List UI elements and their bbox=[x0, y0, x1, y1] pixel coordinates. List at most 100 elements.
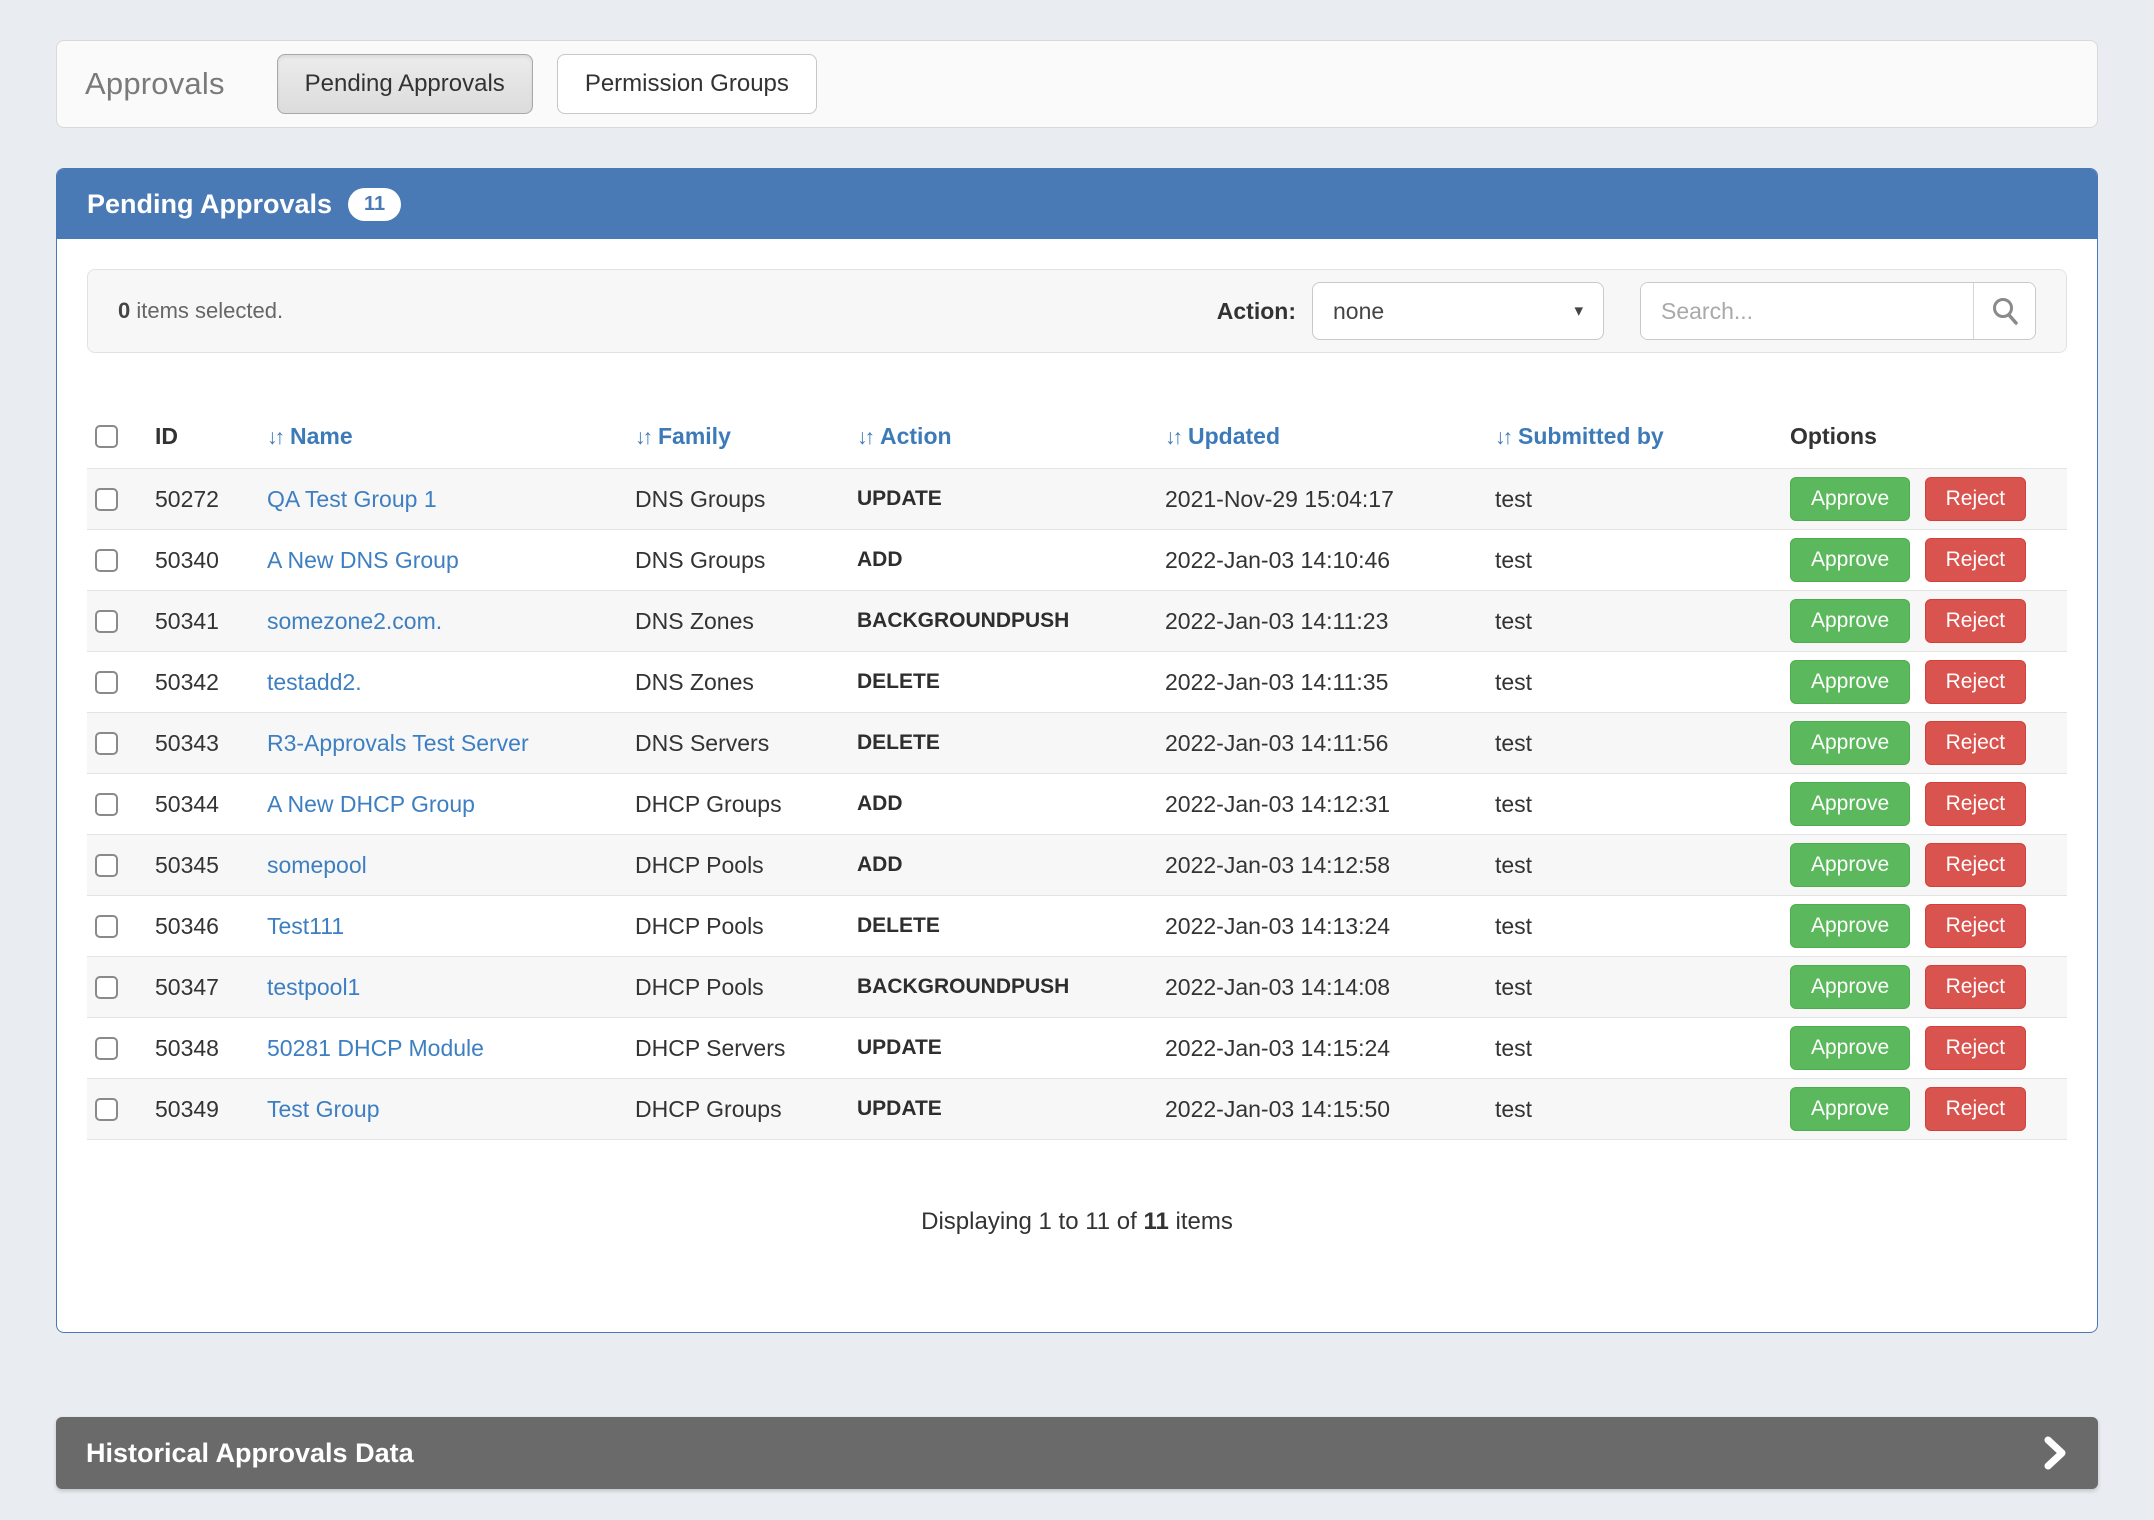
table-row: 50349 Test Group DHCP Groups UPDATE 2022… bbox=[87, 1079, 2067, 1140]
approve-button[interactable]: Approve bbox=[1790, 477, 1910, 521]
reject-button[interactable]: Reject bbox=[1925, 1087, 2027, 1131]
table-row: 50348 50281 DHCP Module DHCP Servers UPD… bbox=[87, 1018, 2067, 1079]
row-checkbox[interactable] bbox=[95, 488, 118, 511]
column-header-id: ID bbox=[147, 409, 259, 469]
row-id: 50340 bbox=[147, 530, 259, 591]
approve-button[interactable]: Approve bbox=[1790, 965, 1910, 1009]
sort-icon: ↓↑ bbox=[1165, 426, 1180, 449]
approve-button[interactable]: Approve bbox=[1790, 721, 1910, 765]
action-select[interactable]: none ▾ bbox=[1312, 282, 1604, 340]
row-name-link[interactable]: Test Group bbox=[267, 1096, 380, 1122]
approve-button[interactable]: Approve bbox=[1790, 782, 1910, 826]
column-header-action[interactable]: ↓↑Action bbox=[849, 409, 1157, 469]
row-id: 50348 bbox=[147, 1018, 259, 1079]
row-checkbox[interactable] bbox=[95, 549, 118, 572]
row-action: ADD bbox=[849, 774, 1157, 835]
row-name-link[interactable]: 50281 DHCP Module bbox=[267, 1035, 484, 1061]
reject-button[interactable]: Reject bbox=[1925, 599, 2027, 643]
row-name-link[interactable]: A New DNS Group bbox=[267, 547, 459, 573]
pending-approvals-panel: Pending Approvals 11 0 items selected. A… bbox=[56, 168, 2098, 1333]
historical-approvals-title: Historical Approvals Data bbox=[86, 1438, 414, 1469]
row-submitted-by: test bbox=[1487, 957, 1782, 1018]
reject-button[interactable]: Reject bbox=[1925, 843, 2027, 887]
row-submitted-by: test bbox=[1487, 530, 1782, 591]
action-label: Action: bbox=[1217, 298, 1296, 325]
row-checkbox[interactable] bbox=[95, 1098, 118, 1121]
row-name-link[interactable]: somezone2.com. bbox=[267, 608, 442, 634]
selected-items-status: 0 items selected. bbox=[118, 298, 283, 324]
row-updated: 2022-Jan-03 14:11:35 bbox=[1157, 652, 1487, 713]
row-name-link[interactable]: R3-Approvals Test Server bbox=[267, 730, 529, 756]
approve-button[interactable]: Approve bbox=[1790, 1087, 1910, 1131]
approve-button[interactable]: Approve bbox=[1790, 660, 1910, 704]
row-family: DHCP Groups bbox=[627, 1079, 849, 1140]
table-row: 50341 somezone2.com. DNS Zones BACKGROUN… bbox=[87, 591, 2067, 652]
row-name-link[interactable]: testadd2. bbox=[267, 669, 362, 695]
page: Approvals Pending Approvals Permission G… bbox=[0, 0, 2154, 1520]
row-checkbox[interactable] bbox=[95, 732, 118, 755]
reject-button[interactable]: Reject bbox=[1925, 904, 2027, 948]
row-checkbox[interactable] bbox=[95, 1037, 118, 1060]
row-action: UPDATE bbox=[849, 1079, 1157, 1140]
table-row: 50344 A New DHCP Group DHCP Groups ADD 2… bbox=[87, 774, 2067, 835]
row-name-link[interactable]: A New DHCP Group bbox=[267, 791, 475, 817]
row-updated: 2022-Jan-03 14:12:31 bbox=[1157, 774, 1487, 835]
column-header-submitted-by[interactable]: ↓↑Submitted by bbox=[1487, 409, 1782, 469]
row-checkbox[interactable] bbox=[95, 854, 118, 877]
search-button[interactable] bbox=[1973, 283, 2035, 339]
approve-button[interactable]: Approve bbox=[1790, 599, 1910, 643]
table-row: 50345 somepool DHCP Pools ADD 2022-Jan-0… bbox=[87, 835, 2067, 896]
tab-pending-approvals[interactable]: Pending Approvals bbox=[277, 54, 533, 114]
reject-button[interactable]: Reject bbox=[1925, 660, 2027, 704]
pending-count-badge: 11 bbox=[348, 188, 401, 221]
row-checkbox[interactable] bbox=[95, 915, 118, 938]
table-row: 50340 A New DNS Group DNS Groups ADD 202… bbox=[87, 530, 2067, 591]
tab-permission-groups[interactable]: Permission Groups bbox=[557, 54, 817, 114]
row-action: BACKGROUNDPUSH bbox=[849, 957, 1157, 1018]
column-header-family[interactable]: ↓↑Family bbox=[627, 409, 849, 469]
reject-button[interactable]: Reject bbox=[1925, 965, 2027, 1009]
row-name-link[interactable]: Test111 bbox=[267, 913, 344, 939]
approve-button[interactable]: Approve bbox=[1790, 1026, 1910, 1070]
row-family: DHCP Groups bbox=[627, 774, 849, 835]
reject-button[interactable]: Reject bbox=[1925, 1026, 2027, 1070]
approve-button[interactable]: Approve bbox=[1790, 904, 1910, 948]
search-input[interactable] bbox=[1641, 283, 1973, 339]
historical-approvals-bar[interactable]: Historical Approvals Data bbox=[56, 1417, 2098, 1489]
row-family: DNS Groups bbox=[627, 469, 849, 530]
row-name-link[interactable]: QA Test Group 1 bbox=[267, 486, 437, 512]
panel-body: 0 items selected. Action: none ▾ bbox=[57, 239, 2097, 1332]
selected-text: items selected. bbox=[130, 298, 283, 323]
row-checkbox[interactable] bbox=[95, 793, 118, 816]
approve-button[interactable]: Approve bbox=[1790, 538, 1910, 582]
row-updated: 2022-Jan-03 14:10:46 bbox=[1157, 530, 1487, 591]
row-updated: 2022-Jan-03 14:14:08 bbox=[1157, 957, 1487, 1018]
table-row: 50347 testpool1 DHCP Pools BACKGROUNDPUS… bbox=[87, 957, 2067, 1018]
column-header-updated[interactable]: ↓↑Updated bbox=[1157, 409, 1487, 469]
row-id: 50272 bbox=[147, 469, 259, 530]
row-family: DNS Groups bbox=[627, 530, 849, 591]
reject-button[interactable]: Reject bbox=[1925, 721, 2027, 765]
row-action: ADD bbox=[849, 835, 1157, 896]
row-updated: 2022-Jan-03 14:13:24 bbox=[1157, 896, 1487, 957]
table-summary: Displaying 1 to 11 of 11 items bbox=[87, 1208, 2067, 1236]
reject-button[interactable]: Reject bbox=[1925, 782, 2027, 826]
row-checkbox[interactable] bbox=[95, 610, 118, 633]
column-header-name[interactable]: ↓↑Name bbox=[259, 409, 627, 469]
select-all-checkbox[interactable] bbox=[95, 425, 118, 448]
toolbar-right: Action: none ▾ bbox=[1217, 282, 2036, 340]
search-icon bbox=[1990, 296, 2020, 326]
row-family: DHCP Pools bbox=[627, 957, 849, 1018]
reject-button[interactable]: Reject bbox=[1925, 477, 2027, 521]
row-id: 50345 bbox=[147, 835, 259, 896]
row-checkbox[interactable] bbox=[95, 976, 118, 999]
row-name-link[interactable]: somepool bbox=[267, 852, 367, 878]
row-action: DELETE bbox=[849, 713, 1157, 774]
approve-button[interactable]: Approve bbox=[1790, 843, 1910, 887]
row-checkbox[interactable] bbox=[95, 671, 118, 694]
reject-button[interactable]: Reject bbox=[1925, 538, 2027, 582]
sort-icon: ↓↑ bbox=[267, 426, 282, 449]
row-submitted-by: test bbox=[1487, 591, 1782, 652]
row-name-link[interactable]: testpool1 bbox=[267, 974, 360, 1000]
chevron-right-icon bbox=[2042, 1434, 2068, 1472]
